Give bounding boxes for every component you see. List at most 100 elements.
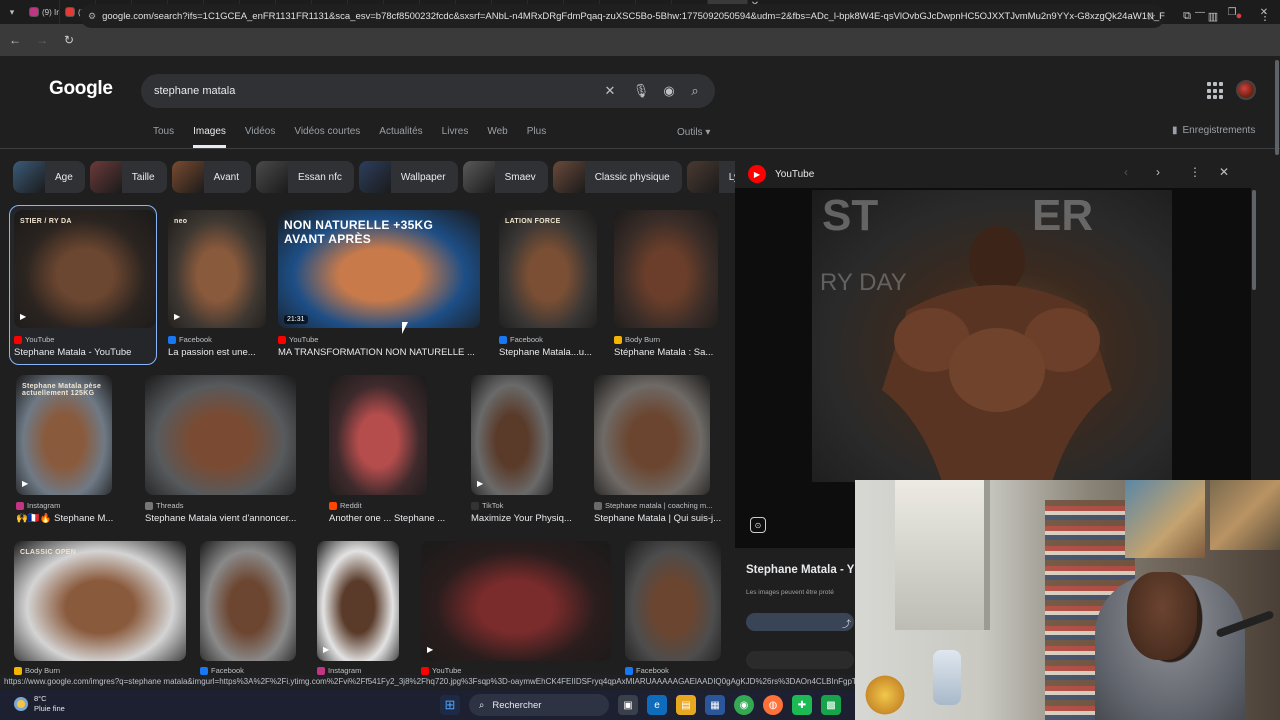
image-result-thumbnail[interactable]: NON NATURELLE +35KG AVANT APRÈS 21:31 — [278, 210, 480, 328]
search-tab[interactable]: Web — [487, 126, 507, 148]
saved-button[interactable]: ▮ Enregistrements — [1172, 125, 1255, 136]
image-result-thumbnail[interactable] — [145, 375, 296, 495]
result-caption[interactable]: 🙌🇫🇷🔥 Stephane M... — [16, 513, 113, 524]
image-result-thumbnail[interactable] — [625, 541, 721, 661]
result-source[interactable]: Body Burn — [14, 666, 60, 675]
result-caption[interactable]: La passion est une... — [168, 347, 256, 358]
store-icon[interactable]: ▦ — [705, 695, 725, 715]
sidebar-icon[interactable]: ▥ — [1204, 4, 1222, 28]
image-result-thumbnail[interactable]: STIER / RY DA ▶ — [14, 210, 156, 328]
search-inside-image-icon[interactable]: ⊙ — [750, 517, 766, 533]
more-options-icon[interactable]: ⋮ — [1189, 165, 1201, 179]
weather-widget[interactable]: 8°C Pluie fine — [14, 694, 65, 714]
image-result-thumbnail[interactable] — [594, 375, 710, 495]
apps-grid-icon[interactable] — [1207, 82, 1225, 100]
result-source[interactable]: Stephane matala | coaching m... — [594, 501, 712, 510]
result-caption[interactable]: Stéphane Matala : Sa... — [614, 347, 713, 358]
prev-result-icon[interactable]: ‹ — [1124, 165, 1128, 179]
image-result-thumbnail[interactable]: ▶ — [471, 375, 553, 495]
page-scrollbar[interactable] — [1275, 60, 1279, 155]
reload-icon[interactable]: ↻ — [57, 28, 81, 52]
lens-icon[interactable]: ◉ — [659, 74, 679, 108]
firefox-icon[interactable]: ◍ — [763, 695, 783, 715]
forward-icon[interactable]: → — [30, 28, 54, 52]
mic-icon[interactable]: 🎙 — [631, 74, 651, 108]
image-result-thumbnail[interactable] — [329, 375, 427, 495]
edge-icon[interactable]: e — [647, 695, 667, 715]
close-panel-icon[interactable]: ✕ — [1219, 165, 1229, 179]
taskbar-search[interactable]: ⌕ Rechercher — [469, 694, 609, 716]
result-source[interactable]: Threads — [145, 501, 184, 510]
result-caption[interactable]: Maximize Your Physiq... — [471, 513, 572, 524]
google-logo[interactable]: Google — [49, 78, 113, 100]
search-tab[interactable]: Vidéos — [245, 126, 275, 148]
result-caption[interactable]: Stephane Matala vient d'annoncer... — [145, 513, 296, 524]
task-view-icon[interactable]: ▣ — [618, 695, 638, 715]
avatar[interactable] — [1236, 80, 1256, 100]
tools-button[interactable]: Outils ▾ — [677, 127, 710, 138]
image-result-thumbnail[interactable]: ▶ — [317, 541, 399, 661]
address-bar[interactable]: ⚙ google.com/search?ifs=1C1GCEA_enFR1131… — [80, 4, 1165, 28]
refinement-chip[interactable]: Wallpaper — [358, 161, 458, 193]
result-source[interactable]: Body Burn — [614, 335, 660, 344]
search-tab[interactable]: Tous — [153, 126, 174, 148]
save-button[interactable] — [746, 651, 854, 669]
clear-icon[interactable]: ✕ — [600, 74, 620, 108]
result-source[interactable]: Instagram — [317, 666, 361, 675]
refinement-chip[interactable]: Essan nfc — [255, 161, 354, 193]
next-result-icon[interactable]: › — [1156, 165, 1160, 179]
image-result-thumbnail[interactable] — [200, 541, 296, 661]
app-icon-green[interactable]: ✚ — [792, 695, 812, 715]
search-tab[interactable]: Livres — [442, 126, 469, 148]
share-icon[interactable]: ⤴ — [842, 617, 851, 630]
panel-source[interactable]: ▶ YouTube — [748, 165, 814, 183]
profile-icon[interactable]: ● — [1230, 4, 1248, 28]
panel-scrollbar[interactable] — [1252, 190, 1256, 290]
result-caption[interactable]: Stephane Matala | Qui suis-j... — [594, 513, 721, 524]
browser-tab[interactable]: (9) Ins — [24, 0, 60, 24]
result-source[interactable]: Reddit — [329, 501, 362, 510]
refinement-chip[interactable]: Taille — [89, 161, 167, 193]
result-caption[interactable]: MA TRANSFORMATION NON NATURELLE ... — [278, 347, 475, 358]
refinement-chip[interactable]: Classic physique — [552, 161, 682, 193]
result-source[interactable]: Facebook — [200, 666, 244, 675]
search-input[interactable]: stephane matala ✕ 🎙 ◉ ⌕ — [141, 74, 715, 108]
result-source[interactable]: Instagram — [16, 501, 60, 510]
result-caption[interactable]: Stephane Matala...u... — [499, 347, 592, 358]
image-result-thumbnail[interactable] — [614, 210, 718, 328]
panel-title[interactable]: Stephane Matala - Y — [746, 564, 854, 576]
search-icon[interactable]: ⌕ — [685, 74, 705, 108]
menu-icon[interactable]: ⋮ — [1256, 4, 1274, 28]
search-tab[interactable]: Actualités — [379, 126, 422, 148]
visit-button[interactable] — [746, 613, 854, 631]
search-tab[interactable]: Images — [193, 126, 226, 148]
image-result-thumbnail[interactable]: ▶ — [421, 541, 611, 661]
app-icon-green-2[interactable]: ▩ — [821, 695, 841, 715]
result-source[interactable]: TikTok — [471, 501, 503, 510]
result-source[interactable]: Facebook — [499, 335, 543, 344]
search-tab[interactable]: Vidéos courtes — [294, 126, 360, 148]
refinement-chip[interactable]: Age — [13, 161, 85, 193]
bookmark-star-icon[interactable]: ☆ — [1143, 4, 1159, 28]
back-icon[interactable]: ← — [3, 28, 27, 52]
preview-image[interactable]: ST ER RY DAY — [812, 190, 1172, 482]
refinement-chip[interactable]: Avant — [171, 161, 251, 193]
site-info-icon[interactable]: ⚙ — [88, 11, 96, 22]
image-result-thumbnail[interactable]: Stephane Matala pèse actuellement 125KG ▶ — [16, 375, 112, 495]
result-source[interactable]: Facebook — [625, 666, 669, 675]
tab-search-icon[interactable]: ▾ — [0, 0, 24, 24]
file-explorer-icon[interactable]: ▤ — [676, 695, 696, 715]
image-result-thumbnail[interactable]: CLASSIC OPEN — [14, 541, 186, 661]
result-caption[interactable]: Another one ... Stephane ... — [329, 513, 445, 524]
image-result-thumbnail[interactable]: LATION FORCE — [499, 210, 597, 328]
result-source[interactable]: YouTube — [421, 666, 461, 675]
search-tab[interactable]: Plus — [527, 126, 546, 148]
refinement-chip[interactable]: Smaev — [462, 161, 548, 193]
result-source[interactable]: YouTube — [278, 335, 318, 344]
result-caption[interactable]: Stephane Matala - YouTube — [14, 347, 131, 358]
extensions-icon[interactable]: ⧉ — [1178, 4, 1196, 28]
image-result-thumbnail[interactable]: neo ▶ — [168, 210, 266, 328]
chrome-icon[interactable]: ◉ — [734, 695, 754, 715]
result-source[interactable]: Facebook — [168, 335, 212, 344]
result-source[interactable]: YouTube — [14, 335, 54, 344]
